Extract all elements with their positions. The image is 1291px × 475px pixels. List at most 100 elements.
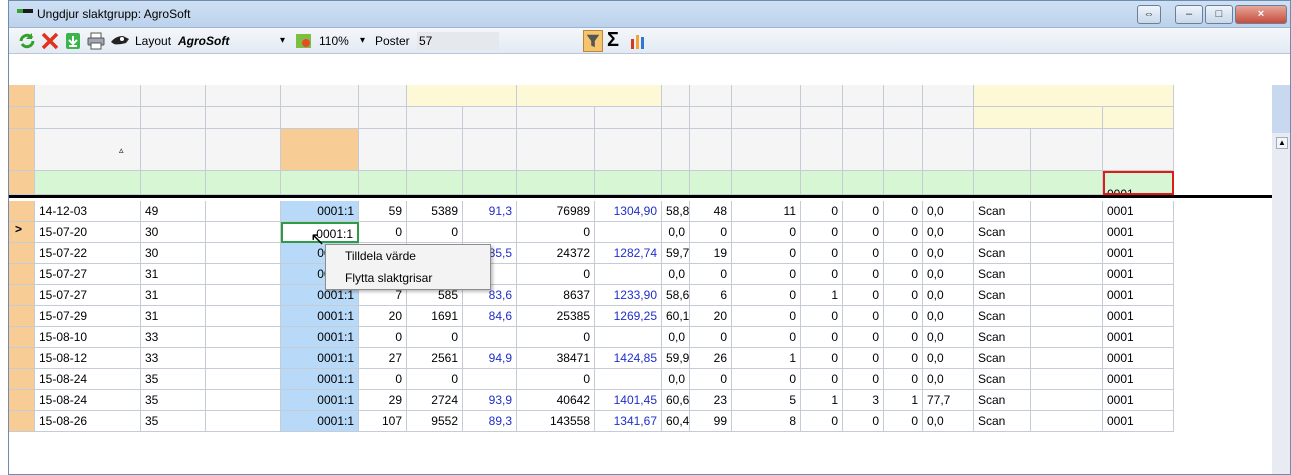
table-cell[interactable]: 0001:1 — [281, 306, 359, 327]
table-cell[interactable]: 3 — [843, 390, 884, 411]
column-header[interactable] — [923, 129, 974, 171]
table-cell[interactable]: 31 — [141, 264, 206, 285]
download-icon[interactable] — [64, 32, 82, 50]
table-cell[interactable]: 0001:1 — [281, 369, 359, 390]
table-cell[interactable]: 15-08-10 — [35, 327, 141, 348]
filter-cell[interactable] — [595, 171, 662, 195]
table-cell[interactable]: 26 — [690, 348, 732, 369]
filter-cell[interactable] — [662, 171, 690, 195]
scroll-up-button[interactable]: ▲ — [1276, 137, 1288, 149]
table-cell[interactable] — [1031, 264, 1103, 285]
filter-cell[interactable] — [884, 171, 923, 195]
table-cell[interactable]: 0 — [884, 222, 923, 243]
table-cell[interactable]: 0 — [801, 327, 843, 348]
table-cell[interactable]: 0 — [690, 327, 732, 348]
table-cell[interactable]: 0 — [407, 369, 463, 390]
table-cell[interactable]: 24372 — [517, 243, 595, 264]
row-header[interactable]: > — [9, 222, 35, 243]
table-cell[interactable]: 0 — [884, 264, 923, 285]
column-header[interactable] — [35, 129, 141, 171]
table-cell[interactable]: Scan — [974, 390, 1031, 411]
table-cell[interactable]: 15-08-24 — [35, 390, 141, 411]
table-cell[interactable]: 0 — [801, 222, 843, 243]
filter-icon[interactable] — [583, 30, 603, 52]
column-header[interactable] — [463, 129, 517, 171]
table-cell[interactable] — [206, 285, 281, 306]
table-cell[interactable] — [463, 327, 517, 348]
table-cell[interactable] — [206, 264, 281, 285]
table-cell[interactable] — [463, 369, 517, 390]
table-cell[interactable]: 1341,67 — [595, 411, 662, 432]
table-cell[interactable]: 58,6 — [662, 285, 690, 306]
zoom-dropdown-icon[interactable]: ▾ — [360, 32, 365, 50]
table-cell[interactable]: 99 — [690, 411, 732, 432]
filter-cell[interactable] — [206, 171, 281, 195]
table-cell[interactable]: 59,7 — [662, 243, 690, 264]
table-cell[interactable]: 0 — [884, 327, 923, 348]
table-cell[interactable]: 0,0 — [923, 264, 974, 285]
close-button[interactable]: × — [1235, 5, 1287, 24]
table-cell[interactable]: 15-08-24 — [35, 369, 141, 390]
refresh-icon[interactable] — [17, 32, 37, 50]
table-cell[interactable]: 8 — [732, 411, 801, 432]
table-cell[interactable]: 0 — [843, 411, 884, 432]
table-cell[interactable]: 91,3 — [463, 201, 517, 222]
table-cell[interactable]: 0 — [732, 369, 801, 390]
table-cell[interactable] — [1031, 201, 1103, 222]
row-header[interactable] — [9, 264, 35, 285]
table-cell[interactable] — [206, 327, 281, 348]
table-cell[interactable]: 11 — [732, 201, 801, 222]
table-cell[interactable] — [1031, 369, 1103, 390]
table-cell[interactable]: 84,6 — [463, 306, 517, 327]
table-cell[interactable]: 0 — [884, 411, 923, 432]
filter-cell[interactable] — [801, 171, 843, 195]
table-cell[interactable]: 0 — [359, 369, 407, 390]
hand-icon[interactable] — [109, 32, 131, 50]
table-cell[interactable]: 0001 — [1103, 222, 1174, 243]
table-cell[interactable]: 35 — [141, 411, 206, 432]
table-cell[interactable]: 60,6 — [662, 390, 690, 411]
table-cell[interactable]: 1233,90 — [595, 285, 662, 306]
column-header[interactable] — [690, 129, 732, 171]
assign-value-menu-item[interactable]: Tilldela värde — [326, 245, 490, 267]
table-cell[interactable]: 0,0 — [662, 327, 690, 348]
table-cell[interactable]: 5389 — [407, 201, 463, 222]
table-cell[interactable]: 15-07-27 — [35, 285, 141, 306]
table-cell[interactable]: 29 — [359, 390, 407, 411]
table-cell[interactable]: 0 — [843, 369, 884, 390]
table-cell[interactable]: Scan — [974, 264, 1031, 285]
table-cell[interactable]: 1 — [732, 348, 801, 369]
table-cell[interactable]: 0 — [732, 264, 801, 285]
table-cell[interactable]: 0 — [801, 243, 843, 264]
filter-cell[interactable] — [690, 171, 732, 195]
table-cell[interactable]: 0 — [732, 306, 801, 327]
table-cell[interactable] — [1031, 327, 1103, 348]
table-cell[interactable]: 2724 — [407, 390, 463, 411]
table-cell[interactable]: 30 — [141, 222, 206, 243]
table-cell[interactable]: 0 — [690, 222, 732, 243]
table-cell[interactable]: 31 — [141, 285, 206, 306]
table-cell[interactable]: Scan — [974, 348, 1031, 369]
filter-cell[interactable] — [463, 171, 517, 195]
table-cell[interactable]: 1269,25 — [595, 306, 662, 327]
table-cell[interactable]: 89,3 — [463, 411, 517, 432]
table-cell[interactable]: 49 — [141, 201, 206, 222]
table-cell[interactable]: 0 — [407, 222, 463, 243]
column-header[interactable] — [662, 129, 690, 171]
row-header[interactable] — [9, 369, 35, 390]
table-cell[interactable]: 0 — [517, 264, 595, 285]
printer-icon[interactable] — [86, 32, 106, 50]
table-cell[interactable]: 0 — [843, 327, 884, 348]
table-cell[interactable]: 0,0 — [662, 264, 690, 285]
table-cell[interactable]: 0001:1 — [281, 411, 359, 432]
row-header[interactable] — [9, 348, 35, 369]
table-cell[interactable]: 1691 — [407, 306, 463, 327]
filter-cell[interactable] — [141, 171, 206, 195]
filter-cell[interactable] — [9, 171, 35, 195]
table-cell[interactable]: 0 — [843, 306, 884, 327]
table-cell[interactable]: Scan — [974, 243, 1031, 264]
table-cell[interactable]: 107 — [359, 411, 407, 432]
table-cell[interactable]: 0,0 — [923, 327, 974, 348]
table-cell[interactable]: 0,0 — [923, 285, 974, 306]
table-cell[interactable]: 143558 — [517, 411, 595, 432]
